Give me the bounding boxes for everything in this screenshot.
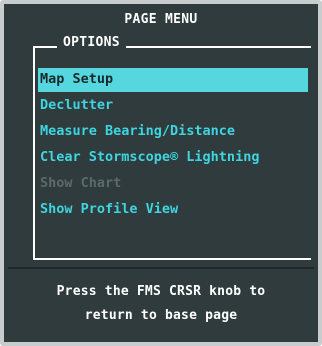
menu-item-measure-bearing-distance[interactable]: Measure Bearing/Distance: [38, 120, 308, 144]
instruction-line-2: return to base page: [84, 308, 238, 323]
menu-item-show-profile-view[interactable]: Show Profile View: [38, 198, 308, 222]
instruction-text: Press the FMS CRSR knob to return to bas…: [4, 280, 318, 328]
page-title: PAGE MENU: [124, 12, 198, 27]
instruction-line-1: Press the FMS CRSR knob to: [56, 284, 266, 299]
footer-divider: [8, 267, 314, 269]
page-menu-window: PAGE MENU OPTIONS Map Setup Declutter Me…: [0, 0, 322, 346]
menu-item-declutter[interactable]: Declutter: [38, 94, 308, 118]
menu-item-map-setup[interactable]: Map Setup: [38, 68, 308, 92]
options-group-label: OPTIONS: [57, 35, 126, 50]
options-menu: Map Setup Declutter Measure Bearing/Dist…: [38, 68, 308, 224]
menu-item-show-chart: Show Chart: [40, 175, 122, 191]
menu-item-clear-stormscope-lightning[interactable]: Clear Stormscope® Lightning: [38, 146, 308, 170]
